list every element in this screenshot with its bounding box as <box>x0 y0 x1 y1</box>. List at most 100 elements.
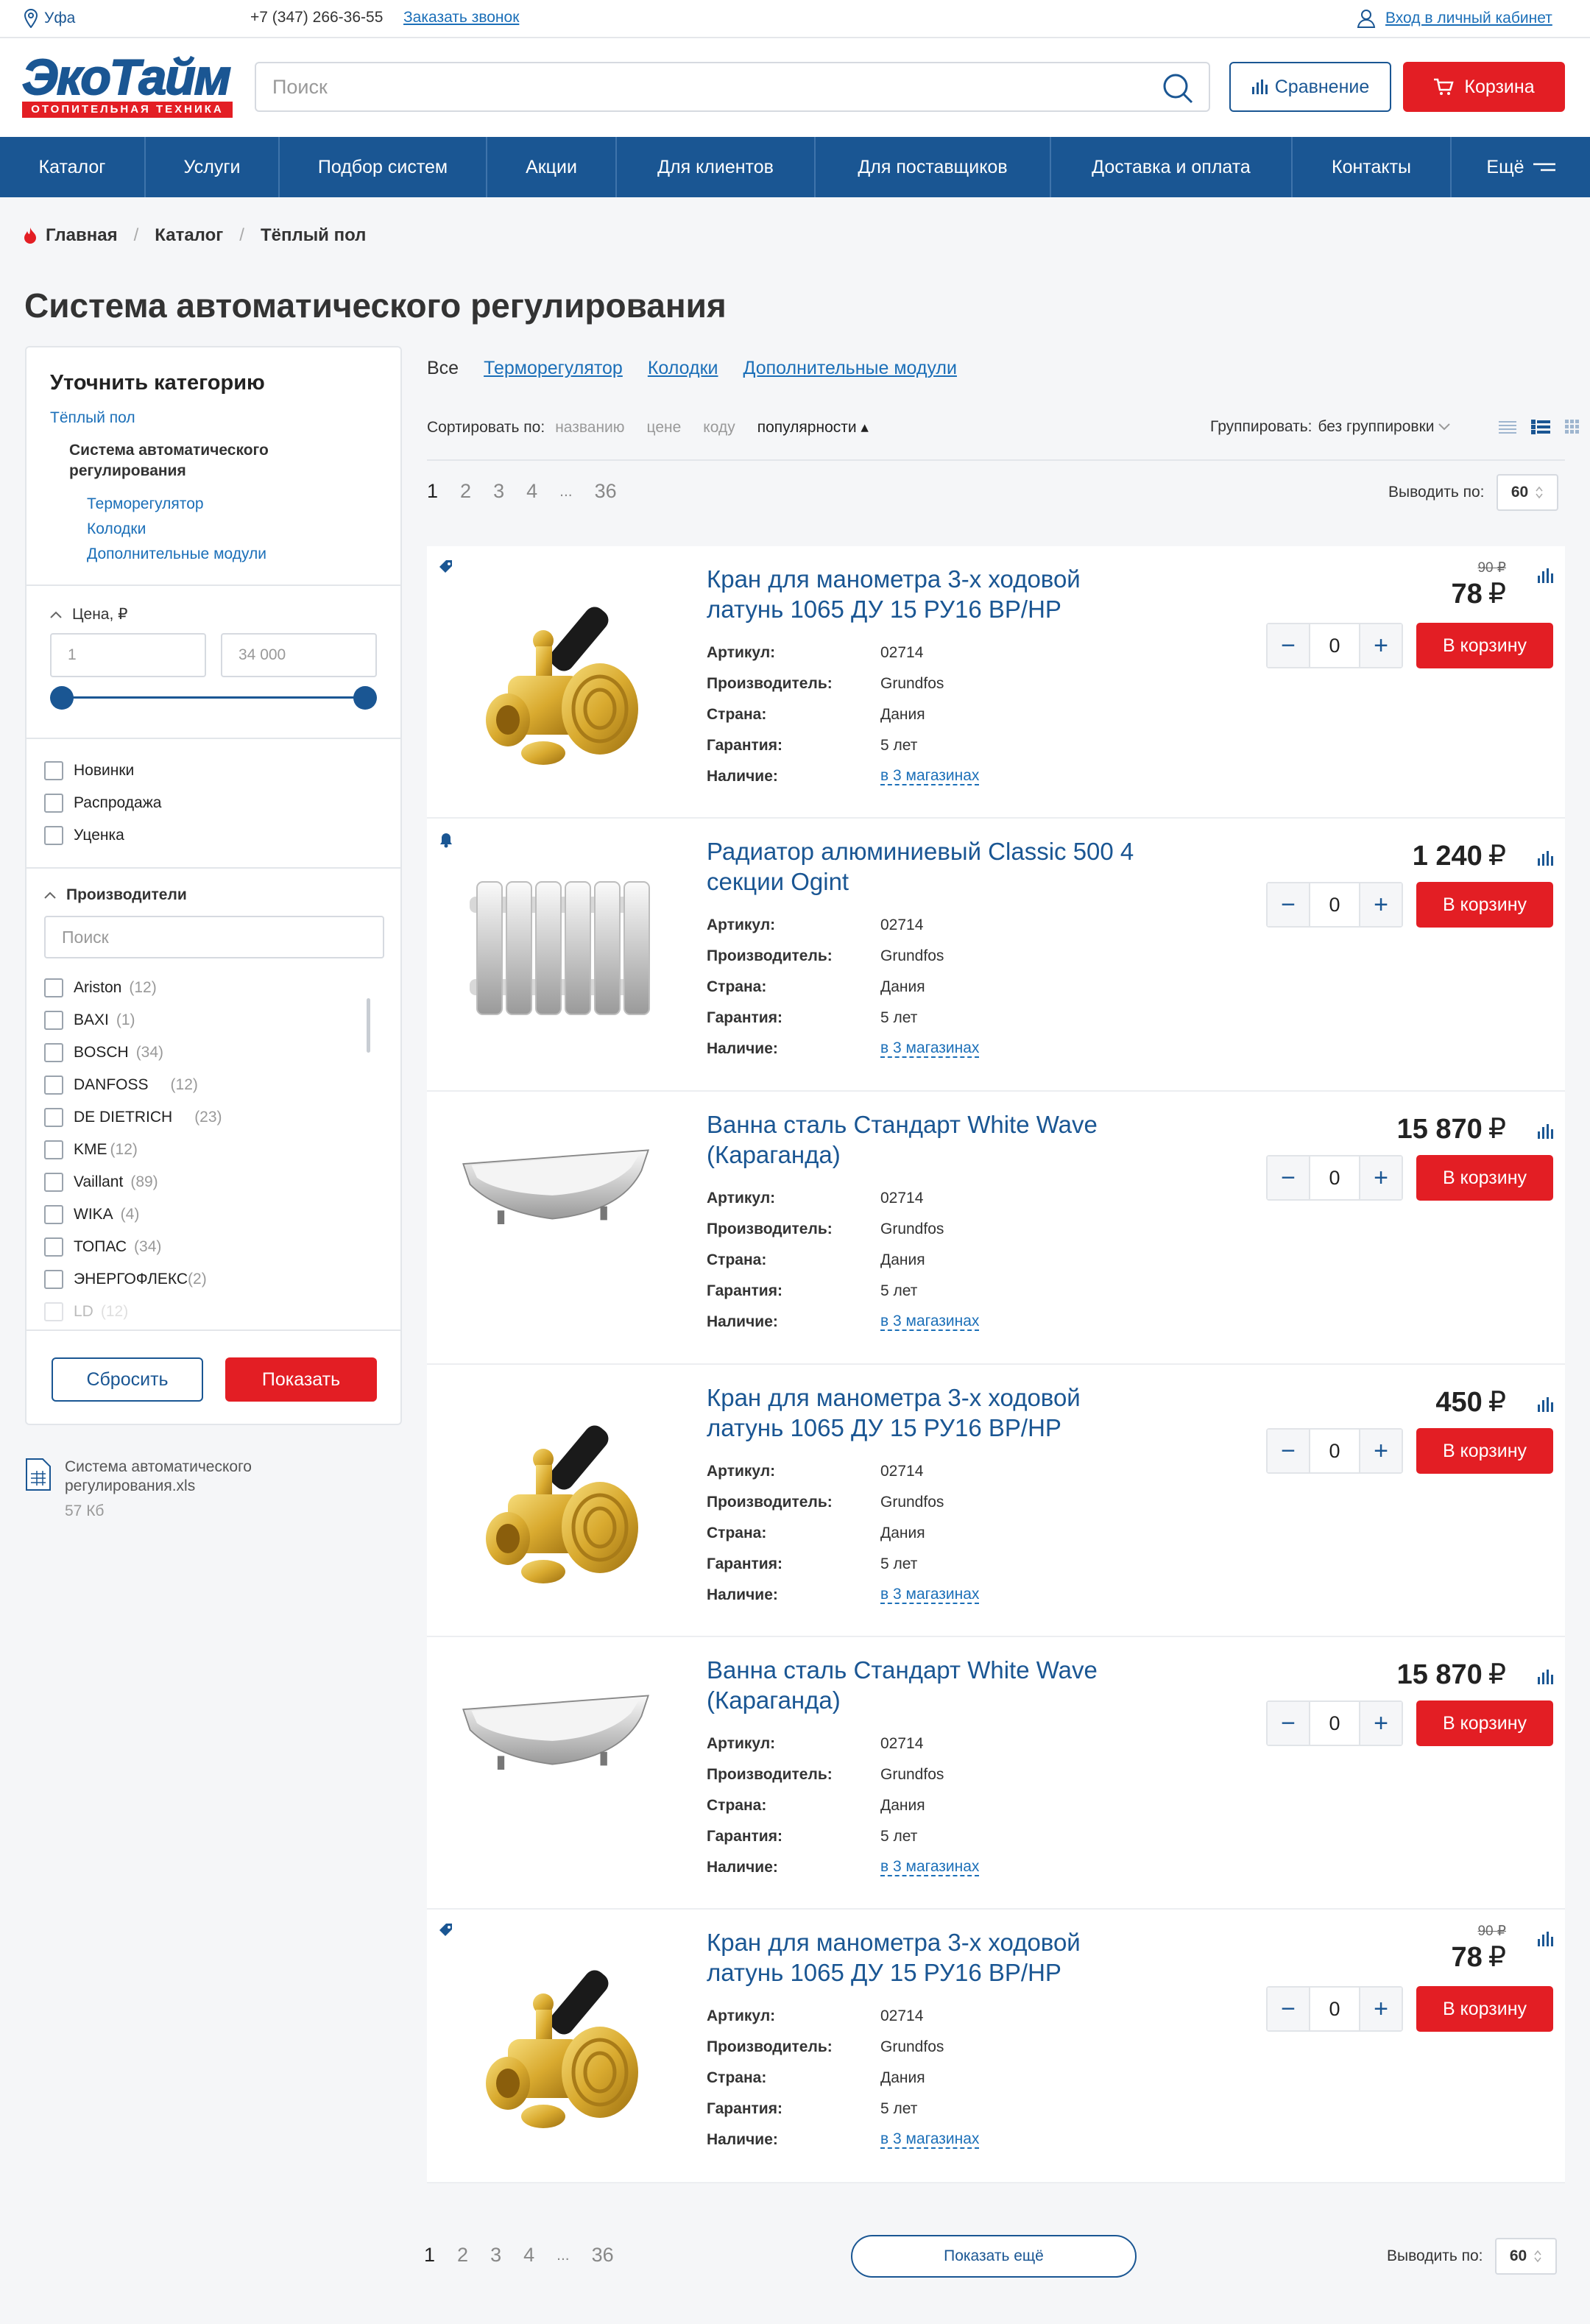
product-image[interactable] <box>456 573 655 771</box>
checkbox[interactable] <box>44 1237 63 1257</box>
search-input[interactable]: Поиск <box>255 62 1210 112</box>
subcategory-pads[interactable]: Колодки <box>87 517 266 542</box>
page-36[interactable]: 36 <box>595 480 617 503</box>
add-to-cart-button[interactable]: В корзину <box>1416 623 1553 668</box>
checkbox[interactable] <box>44 978 63 997</box>
logo[interactable]: ЭкоТайм ОТОПИТЕЛЬНАЯ ТЕХНИКА <box>21 52 236 118</box>
add-to-cart-button[interactable]: В корзину <box>1416 1428 1553 1474</box>
flag-sale[interactable]: Распродажа <box>44 794 161 813</box>
decrement-button[interactable]: − <box>1268 1156 1309 1199</box>
product-title[interactable]: Ванна сталь Стандарт White Wave (Караган… <box>707 1655 1148 1715</box>
page-36[interactable]: 36 <box>592 2244 614 2267</box>
xls-download[interactable]: Система автоматического регулирования.xl… <box>25 1458 252 1521</box>
per-page-select[interactable]: 60 <box>1494 2238 1557 2275</box>
brand-item[interactable]: BOSCH (34) <box>44 1036 222 1069</box>
brand-item[interactable]: DANFOSS (12) <box>44 1069 222 1101</box>
increment-button[interactable]: + <box>1360 1988 1402 2030</box>
breadcrumb-home[interactable]: Главная <box>46 225 118 246</box>
page-1[interactable]: 1 <box>427 480 438 503</box>
brand-list-scrollbar[interactable] <box>367 998 370 1053</box>
page-4[interactable]: 4 <box>523 2244 534 2267</box>
page-2[interactable]: 2 <box>457 2244 468 2267</box>
brand-item[interactable]: WIKA (4) <box>44 1198 222 1231</box>
decrement-button[interactable]: − <box>1268 1430 1309 1472</box>
brand-item[interactable]: BAXI (1) <box>44 1004 222 1036</box>
show-more-button[interactable]: Показать ещё <box>851 2235 1137 2278</box>
compare-icon[interactable] <box>1537 1397 1553 1412</box>
checkbox[interactable] <box>44 1140 63 1159</box>
sort-by-name[interactable]: названию <box>555 419 624 437</box>
increment-button[interactable]: + <box>1360 624 1402 667</box>
increment-button[interactable]: + <box>1360 883 1402 926</box>
brand-item[interactable]: DE DIETRICH (23) <box>44 1101 222 1134</box>
quantity-value[interactable]: 0 <box>1309 1430 1360 1472</box>
per-page-select[interactable]: 60 <box>1496 474 1558 511</box>
product-image[interactable] <box>456 860 655 1029</box>
quantity-value[interactable]: 0 <box>1309 624 1360 667</box>
decrement-button[interactable]: − <box>1268 1988 1309 2030</box>
nav-delivery[interactable]: Доставка и оплата <box>1051 137 1293 197</box>
grid-view-icon[interactable] <box>1565 420 1580 434</box>
group-selector[interactable]: Группировать: без группировки <box>1210 418 1451 436</box>
breadcrumb-catalog[interactable]: Каталог <box>155 225 223 246</box>
stock-link[interactable]: в 3 магазинах <box>880 2131 980 2149</box>
tab-pads[interactable]: Колодки <box>648 358 718 379</box>
stock-link[interactable]: в 3 магазинах <box>880 1040 980 1058</box>
search-icon[interactable] <box>1162 72 1194 105</box>
subcategory-thermoregulator[interactable]: Терморегулятор <box>87 492 266 517</box>
nav-system-selection[interactable]: Подбор систем <box>280 137 487 197</box>
checkbox[interactable] <box>44 1011 63 1030</box>
quantity-value[interactable]: 0 <box>1309 1702 1360 1745</box>
quantity-value[interactable]: 0 <box>1309 1988 1360 2030</box>
subcategory-modules[interactable]: Дополнительные модули <box>87 542 266 567</box>
stock-link[interactable]: в 3 магазинах <box>880 1859 980 1876</box>
checkbox[interactable] <box>44 1108 63 1127</box>
nav-promotions[interactable]: Акции <box>487 137 617 197</box>
account-link[interactable]: Вход в личный кабинет <box>1356 7 1552 30</box>
category-parent-link[interactable]: Тёплый пол <box>50 409 135 427</box>
compare-icon[interactable] <box>1537 568 1553 583</box>
compare-icon[interactable] <box>1537 1124 1553 1139</box>
show-button[interactable]: Показать <box>225 1357 377 1402</box>
stock-link[interactable]: в 3 магазинах <box>880 768 980 785</box>
compare-icon[interactable] <box>1537 1932 1553 1946</box>
sort-by-popularity[interactable]: популярности ▴ <box>757 418 869 437</box>
flag-discount[interactable]: Уценка <box>44 826 124 845</box>
callback-link[interactable]: Заказать звонок <box>403 9 519 27</box>
add-to-cart-button[interactable]: В корзину <box>1416 1986 1553 2032</box>
brand-item[interactable]: Ariston (12) <box>44 972 222 1004</box>
add-to-cart-button[interactable]: В корзину <box>1416 1700 1553 1746</box>
product-image[interactable] <box>456 1391 655 1590</box>
price-min-input[interactable]: 1 <box>50 633 206 677</box>
page-3[interactable]: 3 <box>493 480 504 503</box>
quantity-value[interactable]: 0 <box>1309 1156 1360 1199</box>
product-title[interactable]: Кран для манометра 3-х ходовой латунь 10… <box>707 1382 1148 1443</box>
product-image[interactable] <box>456 1671 655 1789</box>
price-slider-max-handle[interactable] <box>353 686 377 710</box>
product-image[interactable] <box>456 1936 655 2135</box>
compare-icon[interactable] <box>1537 1670 1553 1684</box>
increment-button[interactable]: + <box>1360 1430 1402 1472</box>
stock-link[interactable]: в 3 магазинах <box>880 1586 980 1604</box>
city-selector[interactable]: Уфа <box>24 7 75 29</box>
page-4[interactable]: 4 <box>526 480 537 503</box>
price-filter-header[interactable]: Цена, ₽ <box>50 605 128 624</box>
decrement-button[interactable]: − <box>1268 624 1309 667</box>
brand-search-input[interactable]: Поиск <box>44 916 384 958</box>
increment-button[interactable]: + <box>1360 1702 1402 1745</box>
nav-catalog[interactable]: Каталог <box>0 137 146 197</box>
decrement-button[interactable]: − <box>1268 1702 1309 1745</box>
price-slider-min-handle[interactable] <box>50 686 74 710</box>
checkbox[interactable] <box>44 1076 63 1095</box>
nav-services[interactable]: Услуги <box>146 137 280 197</box>
brand-item[interactable]: ТОПАС (34) <box>44 1231 222 1263</box>
add-to-cart-button[interactable]: В корзину <box>1416 882 1553 928</box>
nav-for-clients[interactable]: Для клиентов <box>617 137 816 197</box>
product-title[interactable]: Кран для манометра 3-х ходовой латунь 10… <box>707 1927 1148 1988</box>
decrement-button[interactable]: − <box>1268 883 1309 926</box>
tab-modules[interactable]: Дополнительные модули <box>743 358 956 379</box>
increment-button[interactable]: + <box>1360 1156 1402 1199</box>
checkbox[interactable] <box>44 1205 63 1224</box>
page-2[interactable]: 2 <box>460 480 471 503</box>
product-title[interactable]: Ванна сталь Стандарт White Wave (Караган… <box>707 1109 1148 1170</box>
